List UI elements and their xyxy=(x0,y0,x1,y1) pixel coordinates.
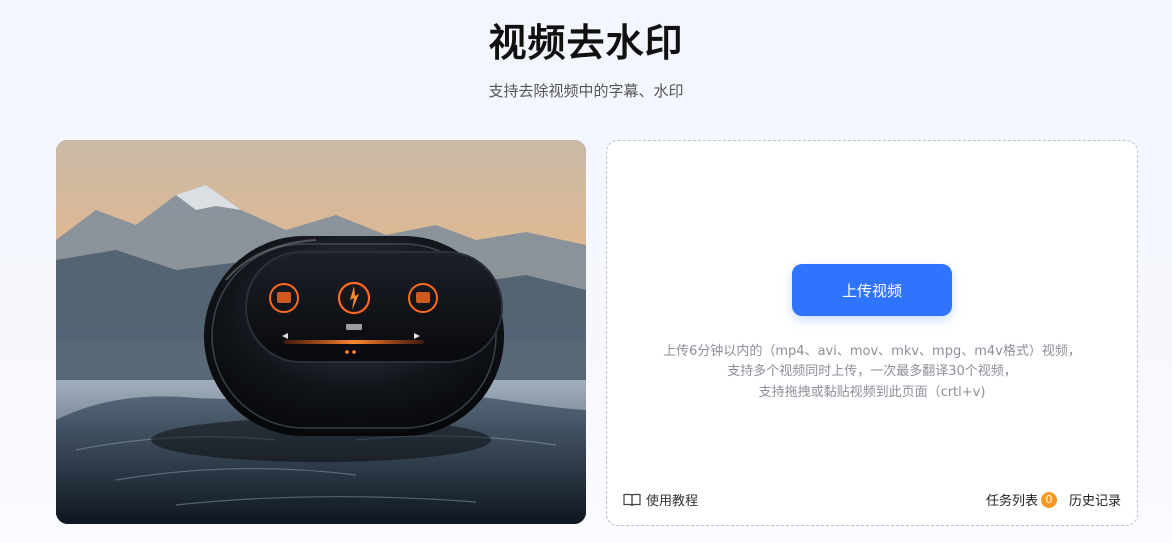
page-subtitle: 支持去除视频中的字幕、水印 xyxy=(488,82,684,100)
task-list-link[interactable]: 任务列表 0 xyxy=(986,490,1057,509)
upload-hint-line2: 支持多个视频同时上传，一次最多翻译30个视频， xyxy=(727,364,1017,379)
preview-image xyxy=(56,140,586,524)
book-icon xyxy=(623,493,641,506)
upload-dropzone[interactable]: 上传视频 上传6分钟以内的（mp4、avi、mov、mkv、mpg、m4v格式）… xyxy=(606,140,1138,526)
upload-hint-line1: 上传6分钟以内的（mp4、avi、mov、mkv、mpg、m4v格式）视频， xyxy=(663,344,1081,359)
tutorial-label: 使用教程 xyxy=(646,494,699,509)
upload-video-button[interactable]: 上传视频 xyxy=(792,264,952,316)
tutorial-link[interactable]: 使用教程 xyxy=(623,490,698,509)
page-title: 视频去水印 xyxy=(488,21,684,65)
upload-hint-line3: 支持拖拽或黏贴视频到此页面（crtl+v) xyxy=(758,385,986,400)
footer-actions: 任务列表 0 历史记录 xyxy=(986,490,1121,509)
task-list-label: 任务列表 xyxy=(985,494,1038,509)
history-link[interactable]: 历史记录 xyxy=(1069,490,1121,509)
task-count-badge: 0 xyxy=(1040,491,1057,508)
